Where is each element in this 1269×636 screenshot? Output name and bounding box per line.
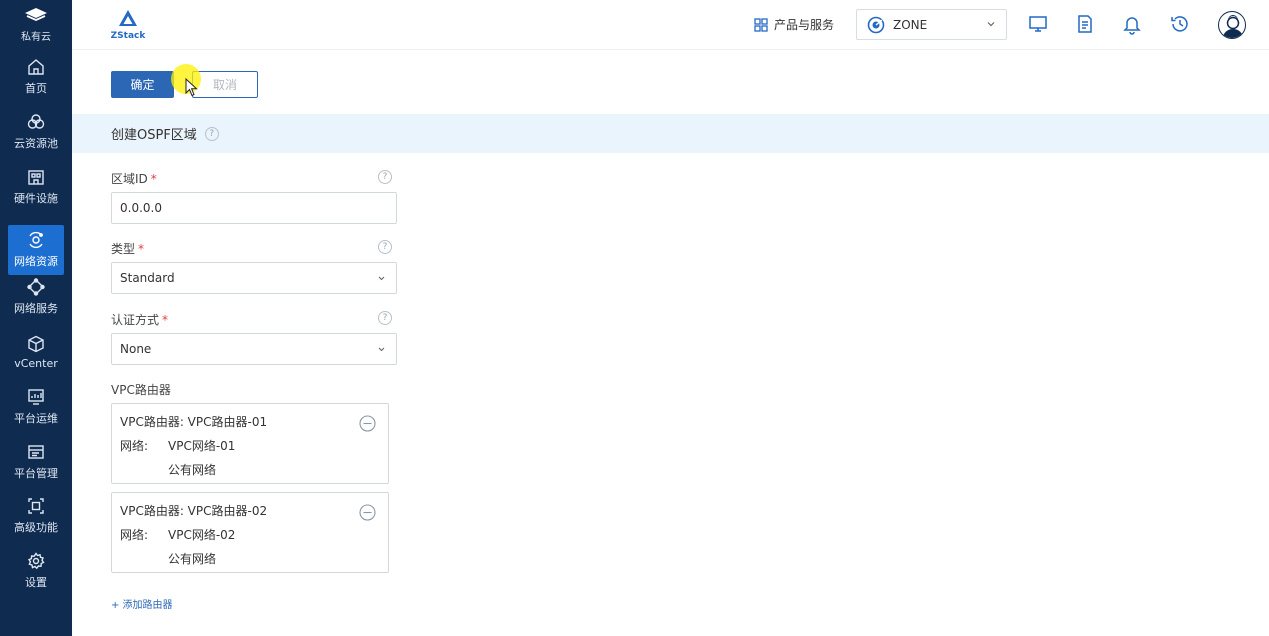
zone-label: ZONE — [893, 17, 928, 32]
network-item: 公有网络 — [168, 463, 217, 477]
network-resource-icon — [29, 231, 43, 249]
chevron-down-icon — [378, 347, 385, 352]
required-mark: * — [162, 313, 169, 327]
type-select[interactable]: Standard — [111, 262, 397, 294]
hardware-icon — [28, 170, 44, 185]
auth-label: 认证方式 * — [111, 311, 168, 328]
cloud-pool-icon — [27, 114, 45, 129]
bell-icon — [1123, 17, 1141, 35]
zone-icon — [867, 16, 885, 33]
sidebar-item-label: 硬件设施 — [14, 192, 58, 205]
main-content: 确定 取消 创建OSPF区域 ? 区域ID * ? 0.0.0.0 类型 * ? S… — [72, 50, 1269, 636]
sidebar-item-home[interactable]: 首页 — [8, 52, 64, 102]
advanced-icon — [28, 498, 44, 514]
monitor-chart-icon — [28, 389, 44, 405]
network-label: 网络: — [120, 528, 149, 542]
document-button[interactable] — [1074, 13, 1096, 35]
router-card: VPC路由器: VPC路由器-01 网络: VPC网络-01 公有网络 — [111, 403, 389, 484]
sidebar-item-label: 平台运维 — [14, 412, 58, 425]
platform-manage-icon — [28, 445, 44, 459]
form-section-header: 创建OSPF区域 ? — [72, 114, 1269, 153]
vpc-router-section-label: VPC路由器 — [111, 383, 171, 397]
monitor-button[interactable] — [1027, 13, 1049, 35]
help-icon[interactable]: ? — [378, 240, 392, 254]
monitor-icon — [1029, 16, 1047, 32]
document-icon — [1078, 15, 1092, 33]
chevron-down-icon — [987, 22, 995, 27]
sidebar-item-vcenter[interactable]: vCenter — [8, 327, 64, 377]
network-item: VPC网络-01 — [168, 439, 236, 453]
logo-text: ZStack — [110, 31, 146, 41]
area-id-input[interactable]: 0.0.0.0 — [111, 192, 397, 224]
network-item: VPC网络-02 — [168, 528, 236, 542]
required-mark: * — [150, 172, 157, 186]
area-id-label-text: 区域ID — [111, 172, 148, 186]
type-select-value: Standard — [120, 271, 175, 285]
sidebar-item-label: 平台管理 — [14, 467, 58, 480]
remove-circle-icon[interactable] — [359, 415, 376, 432]
sidebar-item-advanced[interactable]: 高级功能 — [8, 491, 64, 541]
add-router-link[interactable]: + 添加路由器 — [111, 596, 173, 611]
home-icon — [28, 59, 44, 75]
sidebar-item-hardware[interactable]: 硬件设施 — [8, 162, 64, 212]
history-icon — [1171, 16, 1188, 32]
router-card: VPC路由器: VPC路由器-02 网络: VPC网络-02 公有网络 — [111, 492, 389, 573]
brand[interactable]: 私有云 — [0, 0, 72, 50]
sidebar-item-label: vCenter — [14, 356, 58, 370]
cube-icon — [28, 335, 44, 352]
sidebar-item-label: 云资源池 — [14, 137, 58, 150]
sidebar-item-settings[interactable]: 设置 — [8, 546, 64, 596]
confirm-button[interactable]: 确定 — [111, 71, 174, 98]
help-icon[interactable]: ? — [204, 126, 219, 141]
network-label: 网络: — [120, 439, 149, 453]
sidebar-item-network-resource[interactable]: 网络资源 — [8, 225, 64, 275]
sidebar-item-label: 网络服务 — [14, 302, 58, 315]
router-name: VPC路由器: VPC路由器-01 — [120, 415, 268, 429]
help-icon[interactable]: ? — [378, 311, 392, 325]
auth-label-text: 认证方式 — [111, 313, 160, 327]
top-bar: ZStack 产品与服务 ZONE — [72, 0, 1269, 50]
chevron-down-icon — [378, 276, 385, 281]
products-services-label: 产品与服务 — [774, 18, 835, 32]
help-icon[interactable]: ? — [378, 170, 392, 184]
sidebar-item-label: 网络资源 — [14, 255, 58, 268]
sidebar-item-network-service[interactable]: 网络服务 — [8, 272, 64, 322]
history-button[interactable] — [1169, 13, 1191, 35]
gear-icon — [27, 552, 45, 570]
products-services-button[interactable]: 产品与服务 — [754, 16, 834, 33]
zone-select[interactable]: ZONE — [856, 9, 1007, 40]
type-label: 类型 * — [111, 240, 144, 257]
auth-select-value: None — [120, 342, 152, 356]
brand-label: 私有云 — [21, 32, 51, 43]
user-avatar[interactable] — [1218, 11, 1246, 39]
notifications-button[interactable] — [1121, 13, 1143, 35]
area-id-label: 区域ID * — [111, 170, 157, 187]
grid-icon — [754, 17, 768, 32]
zstack-logo-icon — [119, 10, 137, 26]
user-avatar-icon — [1223, 15, 1243, 38]
sidebar: 私有云 首页 云资源池 硬件设施 网络资源 网络服务 vCenter 平台运维 … — [0, 0, 72, 636]
router-name: VPC路由器: VPC路由器-02 — [120, 504, 268, 518]
cancel-button[interactable]: 取消 — [192, 71, 258, 98]
network-service-icon — [27, 278, 45, 296]
sidebar-item-label: 首页 — [25, 82, 47, 95]
sidebar-item-label: 高级功能 — [14, 521, 58, 534]
sidebar-item-platform-ops[interactable]: 平台运维 — [8, 382, 64, 432]
sidebar-item-cloud-pool[interactable]: 云资源池 — [8, 107, 64, 157]
sidebar-item-platform-manage[interactable]: 平台管理 — [8, 437, 64, 487]
required-mark: * — [138, 242, 145, 256]
network-item: 公有网络 — [168, 552, 217, 566]
auth-select[interactable]: None — [111, 333, 397, 365]
remove-circle-icon[interactable] — [359, 504, 376, 521]
zstack-logo[interactable]: ZStack — [110, 9, 146, 41]
sidebar-item-label: 设置 — [25, 576, 47, 589]
layers-logo-icon — [25, 8, 47, 21]
type-label-text: 类型 — [111, 242, 136, 256]
form-title: 创建OSPF区域 — [111, 128, 197, 143]
